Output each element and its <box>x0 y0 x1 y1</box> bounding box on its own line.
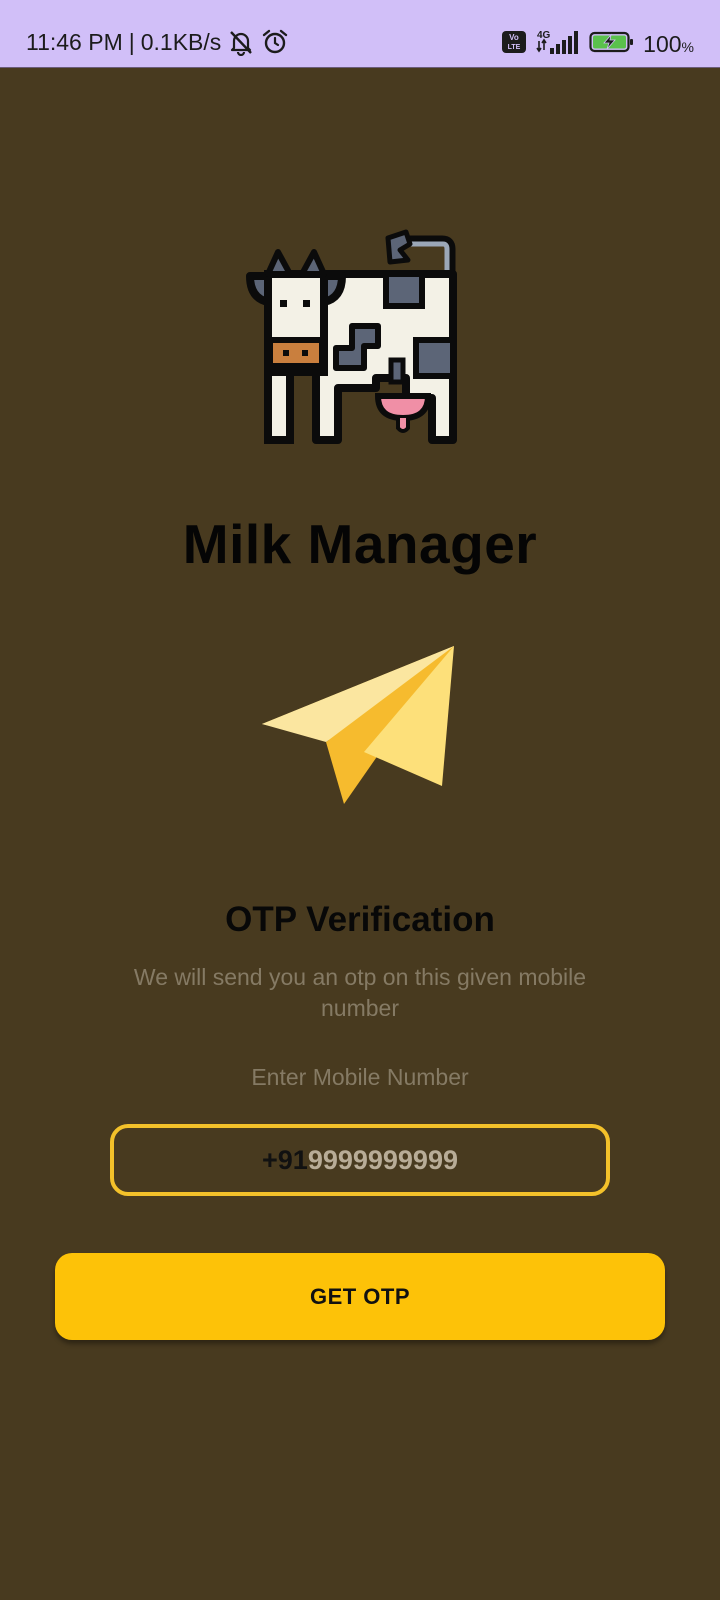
get-otp-button[interactable]: GET OTP <box>55 1253 665 1340</box>
clock-time: 11:46 PM <box>26 28 123 55</box>
svg-text:Vo: Vo <box>509 33 519 42</box>
battery-percent: 100% <box>643 31 694 57</box>
status-left: 11:46 PM | 0.1KB/s <box>26 28 289 56</box>
volte-icon: Vo LTE <box>501 30 527 59</box>
svg-text:LTE: LTE <box>508 44 521 51</box>
otp-heading: OTP Verification <box>225 900 495 939</box>
otp-description: We will send you an otp on this given mo… <box>133 964 587 1021</box>
status-bar: 11:46 PM | 0.1KB/s Vo LTE 4G 100% <box>0 0 720 68</box>
alarm-icon <box>261 28 289 56</box>
mobile-number-label: Enter Mobile Number <box>251 1064 469 1090</box>
paper-plane-icon <box>258 646 462 806</box>
signal-icon: 4G <box>535 28 581 61</box>
network-speed: 0.1KB/s <box>140 28 222 55</box>
status-separator: | <box>128 28 135 55</box>
mobile-number-value[interactable]: 9999999999 <box>308 1145 458 1176</box>
status-right: Vo LTE 4G 100% <box>501 28 694 61</box>
mobile-number-input[interactable]: +91 9999999999 <box>110 1124 610 1196</box>
cow-icon <box>246 228 472 454</box>
app-title: Milk Manager <box>182 513 538 575</box>
country-code: +91 <box>262 1144 308 1175</box>
battery-charging-icon <box>589 30 635 59</box>
notifications-off-icon <box>227 28 255 56</box>
